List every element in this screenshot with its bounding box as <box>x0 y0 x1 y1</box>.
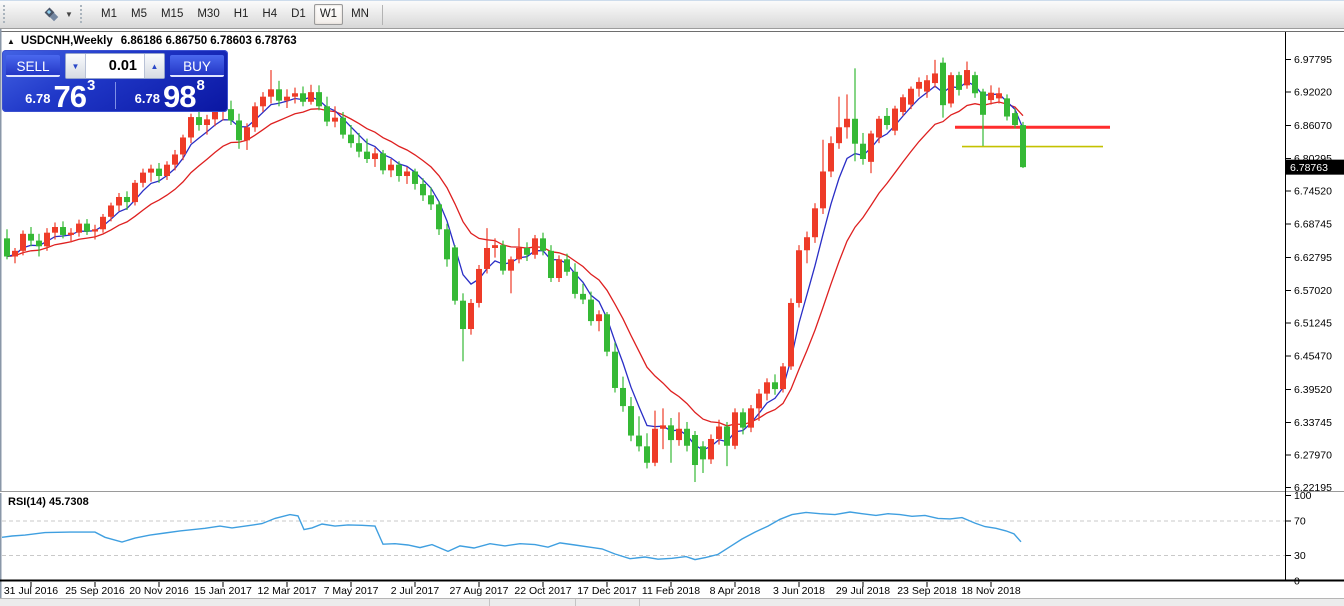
volume-input[interactable] <box>86 54 144 78</box>
time-axis-label[interactable]: 20 Nov 2016 <box>129 585 189 597</box>
sell-price-superscript: 3 <box>87 77 95 94</box>
volume-decrease-button[interactable]: ▼ <box>66 54 86 78</box>
time-axis-label[interactable]: 8 Apr 2018 <box>710 585 761 597</box>
time-axis-label[interactable]: 15 Jan 2017 <box>194 585 252 597</box>
volume-increase-button[interactable]: ▲ <box>144 54 164 78</box>
timeframe-button-MN[interactable]: MN <box>345 4 375 25</box>
time-axis-label[interactable]: 7 May 2017 <box>324 585 379 597</box>
price-axis-label[interactable]: 6.33745 <box>1294 417 1332 429</box>
time-axis-label[interactable]: 17 Dec 2017 <box>577 585 637 597</box>
rsi-level-label: 70 <box>1294 516 1306 528</box>
timeframe-button-W1[interactable]: W1 <box>314 4 343 25</box>
sell-price-big: 76 <box>53 83 85 110</box>
timeframe-button-H4[interactable]: H4 <box>256 4 283 25</box>
timeframe-button-M15[interactable]: M15 <box>155 4 189 25</box>
time-axis-label[interactable]: 11 Feb 2018 <box>642 585 700 597</box>
price-axis-label[interactable]: 6.27970 <box>1294 449 1332 461</box>
buy-price-prefix: 6.78 <box>135 91 160 106</box>
price-axis-label[interactable]: 6.39520 <box>1294 384 1332 396</box>
time-axis-label[interactable]: 2 Jul 2017 <box>391 585 440 597</box>
sell-button[interactable]: SELL <box>6 55 60 77</box>
price-axis-label[interactable]: 6.57020 <box>1294 285 1332 297</box>
toolbar-separator <box>382 5 383 25</box>
timeframe-button-M30[interactable]: M30 <box>191 4 225 25</box>
volume-spinner: ▼ ▲ <box>65 53 165 79</box>
one-click-collapse-arrow-icon[interactable]: ▲ <box>7 37 15 46</box>
time-axis-label[interactable]: 31 Jul 2016 <box>4 585 58 597</box>
timeframe-button-D1[interactable]: D1 <box>285 4 312 25</box>
sell-price-display[interactable]: 6.78 76 3 <box>6 80 115 111</box>
price-axis-label[interactable]: 6.45470 <box>1294 350 1332 362</box>
price-axis-label[interactable]: 6.86070 <box>1294 120 1332 132</box>
time-axis-label[interactable]: 18 Nov 2018 <box>961 585 1021 597</box>
sell-price-prefix: 6.78 <box>25 91 50 106</box>
time-axis-label[interactable]: 22 Oct 2017 <box>514 585 571 597</box>
timeframe-button-M1[interactable]: M1 <box>95 4 123 25</box>
rsi-level-label: 0 <box>1294 576 1300 588</box>
rsi-level-label: 100 <box>1294 490 1312 502</box>
chevron-down-icon[interactable]: ▼ <box>63 10 75 19</box>
ohlc-values: 6.86186 6.86750 6.78603 6.78763 <box>121 35 297 47</box>
timeframe-button-M5[interactable]: M5 <box>125 4 153 25</box>
toolbar-grip[interactable] <box>79 5 84 25</box>
chart-title-bar: ▲ USDCNH,Weekly 6.86186 6.86750 6.78603 … <box>7 35 297 47</box>
symbol-title: USDCNH,Weekly <box>21 35 113 47</box>
toolbar: ▼ M1M5M15M30H1H4D1W1MN <box>0 0 1344 29</box>
time-axis-label[interactable]: 27 Aug 2017 <box>450 585 509 597</box>
time-axis-label[interactable]: 12 Mar 2017 <box>258 585 317 597</box>
chart-objects-icon[interactable] <box>41 5 63 25</box>
buy-button[interactable]: BUY <box>170 55 224 77</box>
price-axis-label[interactable]: 6.68745 <box>1294 218 1332 230</box>
mt4-chart-window: { "toolbar": { "tools_icon": "chart-obje… <box>0 0 1344 606</box>
buy-price-big: 98 <box>163 83 195 110</box>
time-axis-label[interactable]: 25 Sep 2016 <box>65 585 125 597</box>
time-axis-label[interactable]: 3 Jun 2018 <box>773 585 825 597</box>
toolbar-grip[interactable] <box>2 5 7 25</box>
statusbar-strip <box>0 599 1344 606</box>
price-axis-label[interactable]: 6.97795 <box>1294 54 1332 66</box>
time-axis-label[interactable]: 29 Jul 2018 <box>836 585 890 597</box>
price-axis-label[interactable]: 6.62795 <box>1294 252 1332 264</box>
rsi-pane-area[interactable] <box>2 493 1285 579</box>
time-axis-label[interactable]: 23 Sep 2018 <box>897 585 957 597</box>
price-axis-label[interactable]: 6.51245 <box>1294 318 1332 330</box>
rsi-level-label: 30 <box>1294 550 1306 562</box>
buy-price-superscript: 8 <box>196 77 204 94</box>
timeframe-button-group: M1M5M15M30H1H4D1W1MN <box>94 4 376 25</box>
price-axis-label[interactable]: 6.74520 <box>1294 186 1332 198</box>
one-click-trading-panel: SELL ▼ ▲ BUY 6.78 76 3 6.78 98 8 <box>2 50 228 112</box>
timeframe-button-H1[interactable]: H1 <box>228 4 255 25</box>
current-price-value: 6.78763 <box>1290 162 1328 174</box>
buy-price-display[interactable]: 6.78 98 8 <box>116 80 225 111</box>
price-axis-label[interactable]: 6.92020 <box>1294 87 1332 99</box>
